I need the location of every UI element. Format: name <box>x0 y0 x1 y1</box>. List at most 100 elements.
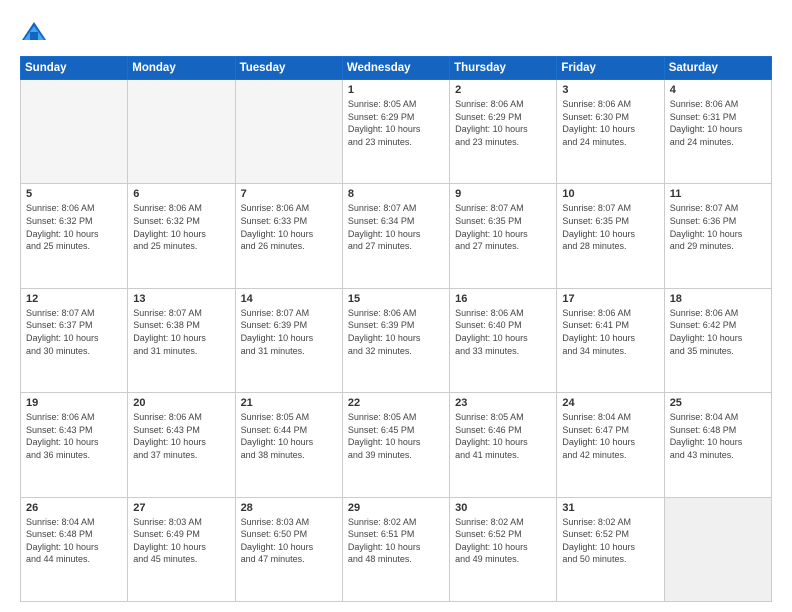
calendar-cell-28: 28 Sunrise: 8:03 AM Sunset: 6:50 PM Dayli… <box>235 497 342 601</box>
calendar-cell-22: 22Sunrise: 8:05 AM Sunset: 6:45 PM Dayli… <box>342 393 449 497</box>
calendar-cell-20: 20 Sunrise: 8:06 AM Sunset: 6:43 PM Dayli… <box>128 393 235 497</box>
day-info: Sunrise: 8:07 AM Sunset: 6:35 PM Dayligh… <box>455 202 551 252</box>
calendar-cell-30: 30 Sunrise: 8:02 AM Sunset: 6:52 PM Dayli… <box>450 497 557 601</box>
day-number: 30 <box>455 502 551 514</box>
calendar-cell-6: 6 Sunrise: 8:06 AM Sunset: 6:32 PM Daylig… <box>128 184 235 288</box>
day-info: Sunrise: 8:02 AM Sunset: 6:52 PM Dayligh… <box>455 516 551 566</box>
calendar-cell-empty <box>664 497 771 601</box>
day-number: 6 <box>133 188 229 200</box>
day-number: 2 <box>455 84 551 96</box>
day-info: Sunrise: 8:06 AM Sunset: 6:43 PM Dayligh… <box>133 411 229 461</box>
day-number: 14 <box>241 293 337 305</box>
day-number: 16 <box>455 293 551 305</box>
calendar-table: SundayMondayTuesdayWednesdayThursdayFrid… <box>20 56 772 602</box>
calendar-cell-9: 9Sunrise: 8:07 AM Sunset: 6:35 PM Daylig… <box>450 184 557 288</box>
calendar-cell-26: 26Sunrise: 8:04 AM Sunset: 6:48 PM Dayli… <box>21 497 128 601</box>
calendar-cell-31: 31 Sunrise: 8:02 AM Sunset: 6:52 PM Dayli… <box>557 497 664 601</box>
calendar-cell-1: 1 Sunrise: 8:05 AM Sunset: 6:29 PM Daylig… <box>342 80 449 184</box>
day-info: Sunrise: 8:06 AM Sunset: 6:32 PM Dayligh… <box>26 202 122 252</box>
day-info: Sunrise: 8:02 AM Sunset: 6:52 PM Dayligh… <box>562 516 658 566</box>
calendar-cell-7: 7Sunrise: 8:06 AM Sunset: 6:33 PM Daylig… <box>235 184 342 288</box>
day-info: Sunrise: 8:06 AM Sunset: 6:41 PM Dayligh… <box>562 307 658 357</box>
day-info: Sunrise: 8:02 AM Sunset: 6:51 PM Dayligh… <box>348 516 444 566</box>
day-number: 25 <box>670 397 766 409</box>
day-info: Sunrise: 8:06 AM Sunset: 6:43 PM Dayligh… <box>26 411 122 461</box>
calendar-cell-16: 16 Sunrise: 8:06 AM Sunset: 6:40 PM Dayli… <box>450 288 557 392</box>
calendar-header-tuesday: Tuesday <box>235 57 342 80</box>
day-info: Sunrise: 8:05 AM Sunset: 6:44 PM Dayligh… <box>241 411 337 461</box>
calendar-cell-10: 10Sunrise: 8:07 AM Sunset: 6:35 PM Dayli… <box>557 184 664 288</box>
calendar-cell-25: 25 Sunrise: 8:04 AM Sunset: 6:48 PM Dayli… <box>664 393 771 497</box>
day-number: 4 <box>670 84 766 96</box>
day-info: Sunrise: 8:07 AM Sunset: 6:36 PM Dayligh… <box>670 202 766 252</box>
calendar-cell-4: 4 Sunrise: 8:06 AM Sunset: 6:31 PM Daylig… <box>664 80 771 184</box>
calendar-week-2: 12 Sunrise: 8:07 AM Sunset: 6:37 PM Dayli… <box>21 288 772 392</box>
day-info: Sunrise: 8:06 AM Sunset: 6:29 PM Dayligh… <box>455 98 551 148</box>
calendar-header-saturday: Saturday <box>664 57 771 80</box>
calendar-cell-12: 12 Sunrise: 8:07 AM Sunset: 6:37 PM Dayli… <box>21 288 128 392</box>
day-number: 3 <box>562 84 658 96</box>
calendar-cell-empty <box>128 80 235 184</box>
day-number: 22 <box>348 397 444 409</box>
calendar-cell-29: 29Sunrise: 8:02 AM Sunset: 6:51 PM Dayli… <box>342 497 449 601</box>
day-number: 11 <box>670 188 766 200</box>
calendar-cell-17: 17 Sunrise: 8:06 AM Sunset: 6:41 PM Dayli… <box>557 288 664 392</box>
logo-icon <box>20 18 48 46</box>
calendar-header-sunday: Sunday <box>21 57 128 80</box>
day-info: Sunrise: 8:07 AM Sunset: 6:34 PM Dayligh… <box>348 202 444 252</box>
calendar-cell-21: 21 Sunrise: 8:05 AM Sunset: 6:44 PM Dayli… <box>235 393 342 497</box>
logo <box>20 18 52 46</box>
calendar-cell-11: 11 Sunrise: 8:07 AM Sunset: 6:36 PM Dayli… <box>664 184 771 288</box>
day-info: Sunrise: 8:04 AM Sunset: 6:47 PM Dayligh… <box>562 411 658 461</box>
day-info: Sunrise: 8:06 AM Sunset: 6:33 PM Dayligh… <box>241 202 337 252</box>
day-info: Sunrise: 8:07 AM Sunset: 6:39 PM Dayligh… <box>241 307 337 357</box>
calendar-cell-8: 8 Sunrise: 8:07 AM Sunset: 6:34 PM Daylig… <box>342 184 449 288</box>
day-number: 31 <box>562 502 658 514</box>
day-number: 8 <box>348 188 444 200</box>
calendar-cell-19: 19 Sunrise: 8:06 AM Sunset: 6:43 PM Dayli… <box>21 393 128 497</box>
day-info: Sunrise: 8:06 AM Sunset: 6:30 PM Dayligh… <box>562 98 658 148</box>
calendar-header-monday: Monday <box>128 57 235 80</box>
day-number: 10 <box>562 188 658 200</box>
calendar-cell-13: 13 Sunrise: 8:07 AM Sunset: 6:38 PM Dayli… <box>128 288 235 392</box>
calendar-cell-2: 2 Sunrise: 8:06 AM Sunset: 6:29 PM Daylig… <box>450 80 557 184</box>
day-number: 28 <box>241 502 337 514</box>
calendar-cell-15: 15Sunrise: 8:06 AM Sunset: 6:39 PM Dayli… <box>342 288 449 392</box>
day-info: Sunrise: 8:03 AM Sunset: 6:50 PM Dayligh… <box>241 516 337 566</box>
day-info: Sunrise: 8:06 AM Sunset: 6:31 PM Dayligh… <box>670 98 766 148</box>
day-info: Sunrise: 8:06 AM Sunset: 6:40 PM Dayligh… <box>455 307 551 357</box>
day-number: 15 <box>348 293 444 305</box>
day-number: 13 <box>133 293 229 305</box>
day-number: 21 <box>241 397 337 409</box>
calendar-cell-14: 14 Sunrise: 8:07 AM Sunset: 6:39 PM Dayli… <box>235 288 342 392</box>
calendar-week-0: 1 Sunrise: 8:05 AM Sunset: 6:29 PM Daylig… <box>21 80 772 184</box>
calendar-cell-18: 18Sunrise: 8:06 AM Sunset: 6:42 PM Dayli… <box>664 288 771 392</box>
calendar-cell-5: 5 Sunrise: 8:06 AM Sunset: 6:32 PM Daylig… <box>21 184 128 288</box>
header <box>20 18 772 46</box>
calendar-cell-23: 23 Sunrise: 8:05 AM Sunset: 6:46 PM Dayli… <box>450 393 557 497</box>
day-info: Sunrise: 8:04 AM Sunset: 6:48 PM Dayligh… <box>26 516 122 566</box>
calendar-cell-empty <box>21 80 128 184</box>
calendar-week-4: 26Sunrise: 8:04 AM Sunset: 6:48 PM Dayli… <box>21 497 772 601</box>
day-number: 1 <box>348 84 444 96</box>
day-number: 5 <box>26 188 122 200</box>
day-info: Sunrise: 8:06 AM Sunset: 6:32 PM Dayligh… <box>133 202 229 252</box>
day-number: 24 <box>562 397 658 409</box>
calendar-cell-24: 24 Sunrise: 8:04 AM Sunset: 6:47 PM Dayli… <box>557 393 664 497</box>
day-number: 20 <box>133 397 229 409</box>
day-info: Sunrise: 8:05 AM Sunset: 6:29 PM Dayligh… <box>348 98 444 148</box>
day-number: 19 <box>26 397 122 409</box>
calendar-week-1: 5 Sunrise: 8:06 AM Sunset: 6:32 PM Daylig… <box>21 184 772 288</box>
calendar-header-wednesday: Wednesday <box>342 57 449 80</box>
day-info: Sunrise: 8:05 AM Sunset: 6:46 PM Dayligh… <box>455 411 551 461</box>
calendar-cell-27: 27Sunrise: 8:03 AM Sunset: 6:49 PM Dayli… <box>128 497 235 601</box>
day-number: 12 <box>26 293 122 305</box>
day-info: Sunrise: 8:04 AM Sunset: 6:48 PM Dayligh… <box>670 411 766 461</box>
day-info: Sunrise: 8:07 AM Sunset: 6:37 PM Dayligh… <box>26 307 122 357</box>
day-number: 23 <box>455 397 551 409</box>
day-number: 17 <box>562 293 658 305</box>
calendar-cell-empty <box>235 80 342 184</box>
day-info: Sunrise: 8:07 AM Sunset: 6:38 PM Dayligh… <box>133 307 229 357</box>
day-number: 18 <box>670 293 766 305</box>
calendar-header-friday: Friday <box>557 57 664 80</box>
